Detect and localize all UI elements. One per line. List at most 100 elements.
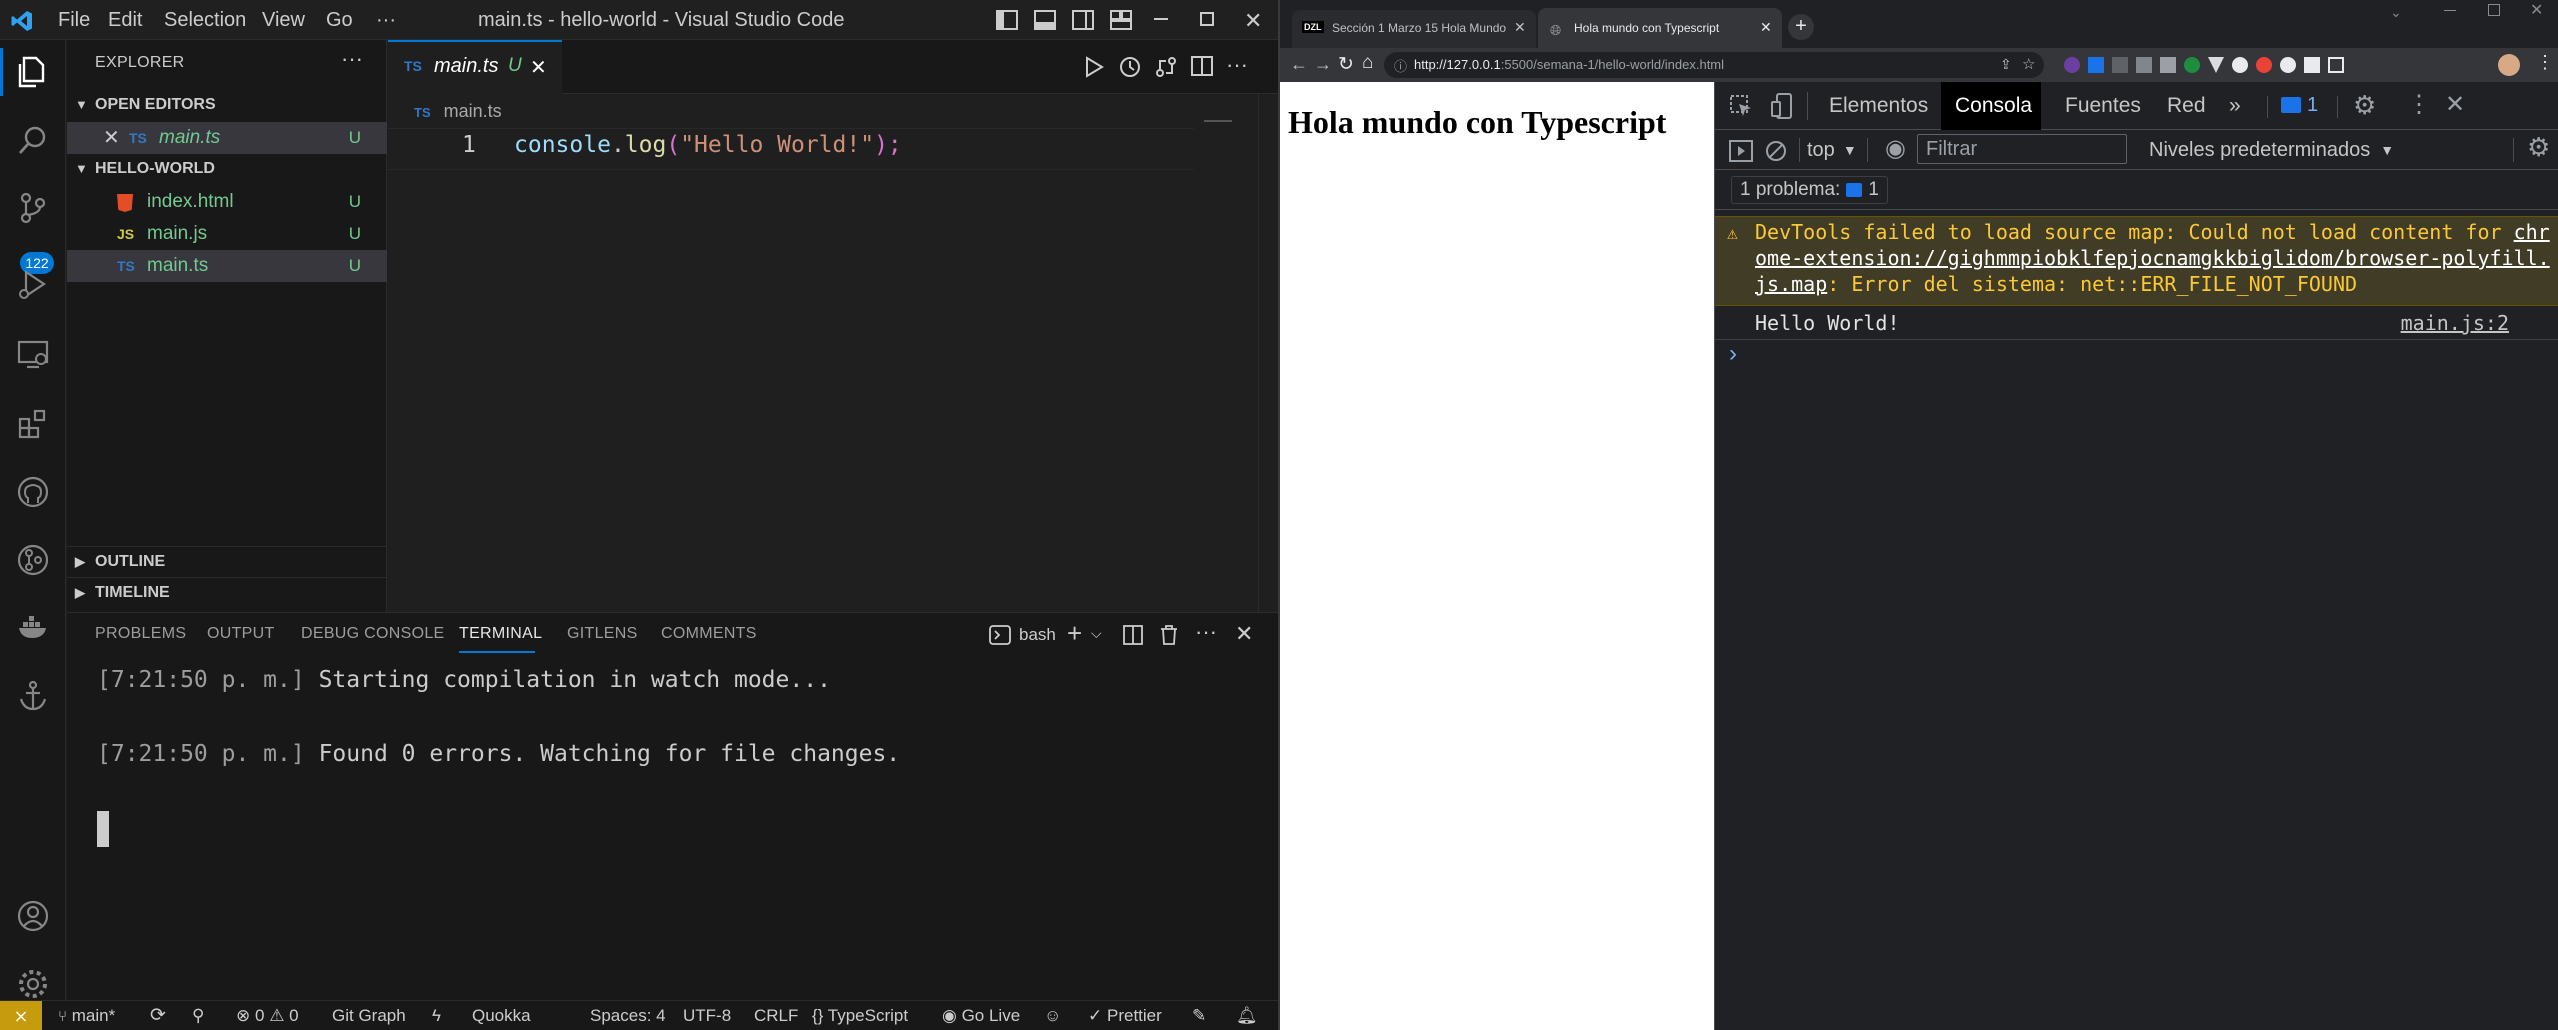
menu-view[interactable]: View	[262, 0, 305, 40]
info-icon[interactable]: ⓘ	[1394, 56, 1407, 75]
file-item-main-js[interactable]: JS main.js U	[67, 218, 387, 250]
run-debug-icon[interactable]	[9, 260, 57, 308]
context-selector[interactable]: top ▼	[1807, 136, 1857, 164]
address-bar[interactable]: ⓘ http://127.0.0.1:5500/semana-1/hello-w…	[1384, 52, 2044, 78]
home-icon[interactable]: ⌂	[1362, 52, 1373, 74]
share-icon[interactable]: ⇪	[2000, 56, 2012, 73]
menu-go[interactable]: Go	[326, 0, 353, 40]
puzzle-icon[interactable]	[2304, 57, 2320, 73]
search-icon[interactable]	[9, 116, 57, 164]
close-panel-icon[interactable]: ✕	[1235, 621, 1253, 647]
close-tab-icon[interactable]: ✕	[1514, 19, 1526, 36]
encoding-button[interactable]: UTF-8	[683, 1001, 731, 1030]
folder-header[interactable]: ▼ HELLO-WORLD	[67, 154, 387, 184]
source-control-icon[interactable]	[9, 184, 57, 232]
browser-menu-icon[interactable]: ⋮	[2536, 52, 2554, 73]
devtools-menu-icon[interactable]: ⋮	[2407, 90, 2431, 119]
outline-header[interactable]: ▶ OUTLINE	[67, 546, 387, 576]
panel-more-icon[interactable]: ···	[1195, 619, 1217, 645]
scrollbar-track[interactable]	[1258, 94, 1259, 612]
toggle-sidebar-icon[interactable]	[996, 10, 1018, 30]
problems-indicator[interactable]: ⊗ 0 ⚠ 0	[236, 1001, 299, 1030]
extension-icon[interactable]	[2064, 57, 2080, 73]
extensions-icon[interactable]	[9, 400, 57, 448]
language-mode-button[interactable]: {} TypeScript	[812, 1001, 908, 1030]
extension-icon[interactable]	[2232, 57, 2248, 73]
bookmark-star-icon[interactable]: ☆	[2022, 55, 2035, 73]
device-toolbar-icon[interactable]	[1771, 92, 1797, 120]
explorer-icon[interactable]	[9, 48, 57, 96]
extension-icon[interactable]	[2184, 57, 2200, 73]
menu-more[interactable]: ···	[376, 0, 396, 40]
vue-icon[interactable]	[2208, 57, 2224, 73]
browser-tab-inactive[interactable]: DZL Sección 1 Marzo 15 Hola Mundo ✕	[1292, 10, 1536, 48]
inspect-element-icon[interactable]	[1729, 94, 1753, 118]
copilot-icon[interactable]: ☺	[1044, 1001, 1061, 1030]
sidebar-toggle-icon[interactable]	[1729, 140, 1753, 162]
file-item-index-html[interactable]: index.html U	[67, 186, 387, 218]
console-filter-input[interactable]: Filtrar	[1917, 134, 2127, 164]
extension-icon[interactable]	[2136, 57, 2152, 73]
liveshare-icon[interactable]: ⚲	[192, 1001, 204, 1030]
panel-tab-debug-console[interactable]: DEBUG CONSOLE	[301, 625, 445, 643]
new-tab-button[interactable]: +	[1788, 14, 1814, 40]
console-prompt[interactable]: ›	[1729, 340, 1737, 368]
live-expression-eye-icon[interactable]: ◉	[1885, 134, 1906, 163]
go-live-button[interactable]: ◉ Go Live	[942, 1001, 1020, 1030]
menu-file[interactable]: File	[58, 0, 90, 40]
history-icon[interactable]	[1118, 55, 1142, 79]
toggle-panel-icon[interactable]	[1034, 10, 1056, 30]
reload-icon[interactable]: ↻	[1338, 53, 1354, 76]
anchor-icon[interactable]	[9, 672, 57, 720]
lightning-icon[interactable]: ϟ	[432, 1001, 441, 1030]
console-settings-gear-icon[interactable]: ⚙	[2527, 132, 2550, 163]
devtools-tab-consola[interactable]: Consola	[1955, 82, 2032, 130]
log-levels-selector[interactable]: Niveles predeterminados ▼	[2149, 136, 2394, 164]
minimap[interactable]	[1204, 120, 1232, 122]
explorer-more-button[interactable]: ···	[341, 46, 363, 72]
source-map-link[interactable]: js.map	[1755, 272, 1827, 296]
eol-button[interactable]: CRLF	[754, 1001, 798, 1030]
close-devtools-icon[interactable]: ✕	[2445, 90, 2465, 119]
compare-changes-icon[interactable]	[1154, 55, 1178, 79]
panel-tab-problems[interactable]: PROBLEMS	[95, 625, 186, 643]
minimize-icon[interactable]	[2444, 10, 2456, 11]
split-editor-icon[interactable]	[1190, 55, 1214, 77]
open-editors-header[interactable]: ▼ OPEN EDITORS	[67, 90, 387, 120]
close-tab-icon[interactable]: ✕	[530, 55, 547, 80]
panel-tab-comments[interactable]: COMMENTS	[661, 625, 757, 643]
problems-button[interactable]: 1 problema: 1	[1731, 176, 1888, 204]
devtools-settings-gear-icon[interactable]: ⚙	[2353, 90, 2376, 121]
file-item-main-ts[interactable]: TS main.ts U	[67, 250, 387, 282]
remote-indicator-icon[interactable]: ⨯	[0, 1001, 42, 1030]
quokka-button[interactable]: Quokka	[472, 1001, 531, 1030]
code-line[interactable]: console.log("Hello World!");	[514, 132, 902, 158]
close-window-icon[interactable]: ✕	[2530, 0, 2543, 20]
account-icon[interactable]	[9, 892, 57, 940]
customize-layout-icon[interactable]	[1110, 10, 1132, 30]
new-terminal-icon[interactable]: +	[1067, 618, 1082, 649]
feedback-icon[interactable]: ✎	[1192, 1001, 1206, 1030]
run-icon[interactable]	[1084, 56, 1104, 78]
menu-edit[interactable]: Edit	[108, 0, 142, 40]
remote-explorer-icon[interactable]	[9, 330, 57, 378]
side-panel-icon[interactable]	[2328, 57, 2344, 73]
gitlens-icon[interactable]	[9, 536, 57, 584]
chevron-down-icon[interactable]: ⌵	[1091, 625, 1102, 642]
split-terminal-icon[interactable]	[1123, 625, 1143, 645]
close-editor-icon[interactable]: ✕	[103, 122, 120, 154]
terminal-selector[interactable]: bash	[989, 623, 1056, 647]
forward-icon[interactable]: →	[1314, 54, 1332, 75]
extension-icon[interactable]	[2256, 57, 2272, 73]
editor-tab-main-ts[interactable]: TS main.ts U ✕	[388, 40, 562, 94]
panel-tab-output[interactable]: OUTPUT	[207, 625, 275, 643]
tab-search-icon[interactable]: ⌄	[2390, 4, 2402, 21]
menu-selection[interactable]: Selection	[164, 0, 246, 40]
branch-indicator[interactable]: ⑂ main*	[58, 1001, 115, 1030]
indentation-button[interactable]: Spaces: 4	[590, 1001, 666, 1030]
devtools-tab-fuentes[interactable]: Fuentes	[2065, 82, 2141, 130]
panel-tab-terminal[interactable]: TERMINAL	[459, 625, 542, 643]
notifications-bell-icon[interactable]: 🔔︎	[1236, 1001, 1258, 1030]
maximize-icon[interactable]	[1200, 12, 1214, 26]
timeline-header[interactable]: ▶ TIMELINE	[67, 577, 387, 607]
